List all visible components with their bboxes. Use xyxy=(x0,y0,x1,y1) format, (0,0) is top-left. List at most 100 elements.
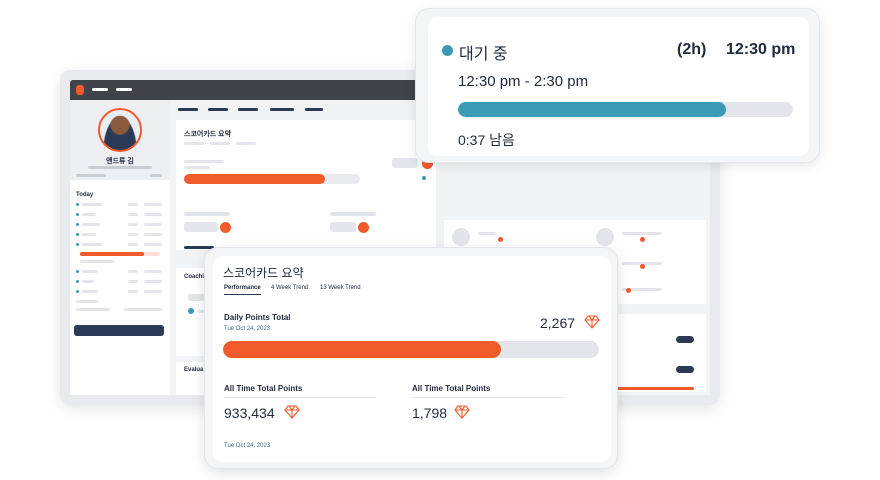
tab-13-week-trend[interactable]: 13 Week Trend xyxy=(320,285,361,291)
sidebar-placeholder xyxy=(150,174,162,177)
mini-value xyxy=(392,158,418,168)
scorecard-card: 스코어카드 요약 Performance 4 Week Trend 13 Wee… xyxy=(204,247,618,469)
top-nav-item xyxy=(92,88,108,91)
schedule-item xyxy=(128,233,138,236)
coaching-label: Coachi xyxy=(184,274,205,280)
appointment-progress-fill xyxy=(458,102,726,117)
evaluation-label: Evalua xyxy=(184,367,204,373)
pill-button[interactable] xyxy=(676,336,694,343)
schedule-item xyxy=(128,243,138,246)
status-dot xyxy=(422,176,426,180)
tab-performance[interactable]: Performance xyxy=(224,285,261,295)
schedule-item xyxy=(144,290,162,293)
mini-gem-icon xyxy=(220,222,231,233)
appointment-start-time: 12:30 pm xyxy=(726,41,796,58)
mini-scorecard-title: 스코어카드 요약 xyxy=(184,131,232,138)
appointment-card: 대기 중 (2h) 12:30 pm 12:30 pm - 2:30 pm 0:… xyxy=(415,8,820,163)
mini-label xyxy=(184,166,210,169)
appointment-status: 대기 중 xyxy=(459,46,508,63)
schedule-item xyxy=(76,300,98,303)
pill-button[interactable] xyxy=(676,366,694,373)
mini-label xyxy=(184,212,230,216)
schedule-item[interactable] xyxy=(82,290,98,293)
status-dot xyxy=(76,243,79,246)
main-nav-tab[interactable] xyxy=(305,108,323,111)
right-progress-bar xyxy=(610,387,694,390)
avatar[interactable] xyxy=(98,108,142,152)
scorecard-card-body: 스코어카드 요약 Performance 4 Week Trend 13 Wee… xyxy=(213,256,611,462)
member-avatar[interactable] xyxy=(596,228,614,246)
mini-tab[interactable] xyxy=(184,142,204,145)
mini-progress-fill xyxy=(184,174,325,184)
schedule-item xyxy=(144,213,162,216)
footer-date: Tue Oct 24, 2023 xyxy=(224,443,271,449)
daily-points-value: 2,267 xyxy=(540,315,576,331)
mini-scorecard-card: 스코어카드 요약 xyxy=(176,120,436,250)
mini-label xyxy=(184,160,224,163)
main-nav-tab[interactable] xyxy=(238,108,258,111)
main-nav-tab[interactable] xyxy=(208,108,228,111)
divider xyxy=(412,397,564,398)
main-nav-tab[interactable] xyxy=(270,108,294,111)
schedule-item xyxy=(144,233,162,236)
mini-label xyxy=(330,212,376,216)
top-nav-item xyxy=(116,88,132,91)
sidebar-action-button[interactable] xyxy=(74,325,164,336)
sidebar-placeholder xyxy=(76,174,106,177)
daily-points-progress-fill xyxy=(223,341,502,358)
status-dot xyxy=(76,290,79,293)
schedule-item xyxy=(128,290,138,293)
tab-4-week-trend[interactable]: 4 Week Trend xyxy=(271,285,308,291)
schedule-item xyxy=(144,203,162,206)
active-session-bar xyxy=(80,252,144,256)
schedule-item xyxy=(76,308,110,311)
mini-value xyxy=(184,222,218,232)
daily-points-label: Daily Points Total xyxy=(224,313,291,322)
schedule-item[interactable] xyxy=(82,233,96,236)
schedule-item xyxy=(80,260,114,263)
mini-tab[interactable] xyxy=(210,142,230,145)
member-score-dot xyxy=(626,288,631,293)
member-score-dot xyxy=(640,264,645,269)
mini-value xyxy=(330,222,356,232)
status-dot xyxy=(76,270,79,273)
status-dot xyxy=(188,308,194,314)
status-dot xyxy=(76,213,79,216)
all-time-total-value-right: 1,798 xyxy=(412,405,448,421)
schedule-item[interactable] xyxy=(82,280,94,283)
schedule-item[interactable] xyxy=(82,223,100,226)
divider xyxy=(224,397,376,398)
member-avatar[interactable] xyxy=(452,228,470,246)
schedule-item xyxy=(144,280,162,283)
daily-points-progress-track xyxy=(223,341,599,358)
today-label: Today xyxy=(76,192,94,198)
schedule-item xyxy=(144,243,162,246)
gem-icon xyxy=(584,315,600,329)
schedule-item[interactable] xyxy=(82,213,96,216)
member-score-dot xyxy=(498,237,503,242)
sidebar: 앤드류 김 Today xyxy=(70,100,170,395)
mini-tab[interactable] xyxy=(236,142,256,145)
appointment-remaining: 0:37 남음 xyxy=(458,132,515,148)
profile-name: 앤드류 김 xyxy=(106,158,134,165)
status-dot xyxy=(76,223,79,226)
schedule-item xyxy=(128,270,138,273)
appointment-duration: (2h) xyxy=(677,41,707,58)
all-time-total-label-left: All Time Total Points xyxy=(224,384,303,393)
schedule-item[interactable] xyxy=(82,203,102,206)
evaluation-card: Evalua xyxy=(176,362,206,395)
appointment-card-body: 대기 중 (2h) 12:30 pm 12:30 pm - 2:30 pm 0:… xyxy=(428,17,809,156)
schedule-item xyxy=(128,280,138,283)
schedule-item[interactable] xyxy=(82,270,98,273)
schedule-item xyxy=(128,223,138,226)
main-nav-tab[interactable] xyxy=(178,108,198,111)
daily-points-date: Tue Oct 24, 2023 xyxy=(224,326,271,332)
profile-subtitle xyxy=(88,166,152,169)
schedule-item[interactable] xyxy=(82,243,102,246)
right-lower-card xyxy=(610,314,706,392)
member-line xyxy=(478,232,496,235)
status-dot xyxy=(76,203,79,206)
appointment-progress-track xyxy=(458,102,793,117)
schedule-item xyxy=(128,213,138,216)
schedule-item xyxy=(128,203,138,206)
